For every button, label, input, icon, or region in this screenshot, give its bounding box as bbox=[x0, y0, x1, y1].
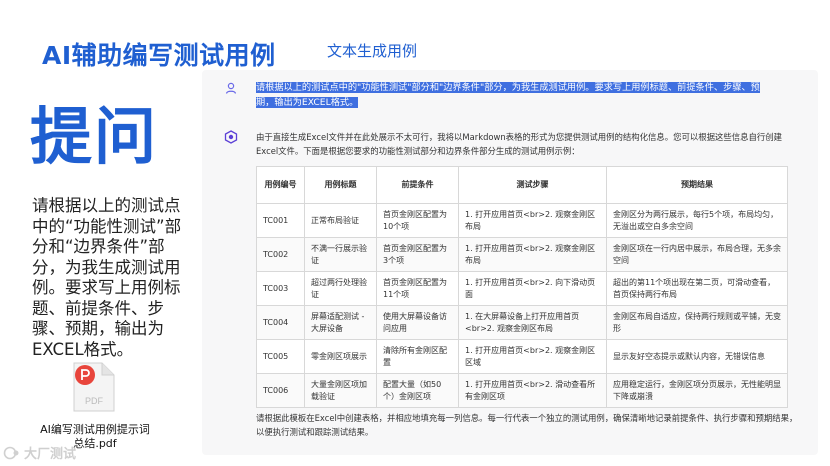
watermark-logo-icon bbox=[3, 446, 19, 459]
cell-case-title: 零金刚区项展示 bbox=[304, 339, 377, 374]
cell-steps: 1. 在大屏幕设备上打开应用首页<br>2. 观察金刚区布局 bbox=[458, 305, 607, 340]
watermark-text: 大厂测试 bbox=[24, 447, 77, 462]
cell-case-title: 大量金刚区项加载验证 bbox=[304, 373, 377, 408]
prompt-text: 请根据以上的测试点中的“功能性测试”部分和“边界条件”部分，为我生成测试用例。要… bbox=[32, 196, 182, 359]
cell-precondition: 首页金刚区配置为10个项 bbox=[376, 203, 459, 238]
cell-case-title: 超过两行处理验证 bbox=[304, 271, 377, 306]
cell-expected: 金刚区布局自适应，保持两行规则或平铺，无变形 bbox=[606, 305, 788, 340]
cell-steps: 1. 打开应用首页<br>2. 向下滑动页面 bbox=[458, 271, 607, 306]
user-icon bbox=[225, 82, 237, 94]
chat-panel: 请根据以上的测试点中的"功能性测试"部分和"边界条件"部分，为我生成测试用例。要… bbox=[202, 70, 818, 455]
cell-expected: 超出的第11个项出现在第二页，可滑动查看，首页保持两行布局 bbox=[606, 271, 788, 306]
header-case-id: 用例编号 bbox=[256, 166, 305, 204]
testcase-table: 用例编号 用例标题 前提条件 测试步骤 预期结果 TC001 正常布局验证 首页… bbox=[256, 166, 788, 408]
cell-precondition: 使用大屏幕设备访问应用 bbox=[376, 305, 459, 340]
slide-subtitle: 文本生成用例 bbox=[327, 42, 418, 60]
cell-precondition: 首页金刚区配置为3个项 bbox=[376, 237, 459, 272]
table-row: TC006 大量金刚区项加载验证 配置大量（如50个）金刚区项 1. 打开应用首… bbox=[256, 373, 788, 408]
cell-case-id: TC006 bbox=[256, 373, 305, 408]
table-header-row: 用例编号 用例标题 前提条件 测试步骤 预期结果 bbox=[256, 166, 788, 204]
ask-heading: 提问 bbox=[30, 100, 159, 173]
table-row: TC002 不满一行展示验证 首页金刚区配置为3个项 1. 打开应用首页<br>… bbox=[256, 237, 788, 272]
pdf-file-icon[interactable]: PDF bbox=[70, 361, 116, 413]
cell-case-id: TC002 bbox=[256, 237, 305, 272]
cell-case-title: 屏幕适配测试 - 大屏设备 bbox=[304, 305, 377, 340]
cell-case-title: 正常布局验证 bbox=[304, 203, 377, 238]
cell-expected: 应用稳定运行，金刚区项分页展示，无性能明显下降或崩溃 bbox=[606, 373, 788, 408]
user-message: 请根据以上的测试点中的"功能性测试"部分和"边界条件"部分，为我生成测试用例。要… bbox=[256, 80, 776, 110]
cell-precondition: 清除所有金刚区配置 bbox=[376, 339, 459, 374]
header-steps: 测试步骤 bbox=[458, 166, 607, 204]
ai-logo-icon bbox=[224, 130, 238, 144]
cell-steps: 1. 打开应用首页<br>2. 滑动查看所有金刚区项 bbox=[458, 373, 607, 408]
table-row: TC001 正常布局验证 首页金刚区配置为10个项 1. 打开应用首页<br>2… bbox=[256, 203, 788, 238]
ai-intro-text: 由于直接生成Excel文件并在此处展示不太可行，我将以Markdown表格的形式… bbox=[256, 132, 783, 156]
cell-steps: 1. 打开应用首页<br>2. 观察金刚区布局 bbox=[458, 203, 607, 238]
user-message-text: 请根据以上的测试点中的"功能性测试"部分和"边界条件"部分，为我生成测试用例。要… bbox=[256, 82, 760, 108]
table-row: TC003 超过两行处理验证 首页金刚区配置为11个项 1. 打开应用首页<br… bbox=[256, 271, 788, 306]
cell-case-id: TC003 bbox=[256, 271, 305, 306]
cell-case-title: 不满一行展示验证 bbox=[304, 237, 377, 272]
cell-steps: 1. 打开应用首页<br>2. 观察金刚区区域 bbox=[458, 339, 607, 374]
watermark: 大厂测试 bbox=[3, 443, 76, 462]
ai-outro-text: 请根据此模板在Excel中创建表格，并相应地填充每一列信息。每一行代表一个独立的… bbox=[256, 413, 798, 437]
cell-case-id: TC005 bbox=[256, 339, 305, 374]
table-row: TC004 屏幕适配测试 - 大屏设备 使用大屏幕设备访问应用 1. 在大屏幕设… bbox=[256, 305, 788, 340]
header-expected: 预期结果 bbox=[606, 166, 788, 204]
cell-precondition: 配置大量（如50个）金刚区项 bbox=[376, 373, 459, 408]
header-precondition: 前提条件 bbox=[376, 166, 459, 204]
cell-expected: 金刚区项在一行内居中展示，布局合理，无多余空间 bbox=[606, 237, 788, 272]
slide-title: AI辅助编写测试用例 bbox=[42, 41, 276, 70]
cell-case-id: TC004 bbox=[256, 305, 305, 340]
cell-expected: 显示友好空态提示或默认内容，无错误信息 bbox=[606, 339, 788, 374]
svg-text:PDF: PDF bbox=[85, 396, 104, 406]
cell-precondition: 首页金刚区配置为11个项 bbox=[376, 271, 459, 306]
cell-steps: 1. 打开应用首页<br>2. 观察金刚区布局 bbox=[458, 237, 607, 272]
cell-case-id: TC001 bbox=[256, 203, 305, 238]
cell-expected: 金刚区分为两行展示，每行5个项，布局均匀，无溢出或空白多余空间 bbox=[606, 203, 788, 238]
header-case-title: 用例标题 bbox=[304, 166, 377, 204]
table-row: TC005 零金刚区项展示 清除所有金刚区配置 1. 打开应用首页<br>2. … bbox=[256, 339, 788, 374]
